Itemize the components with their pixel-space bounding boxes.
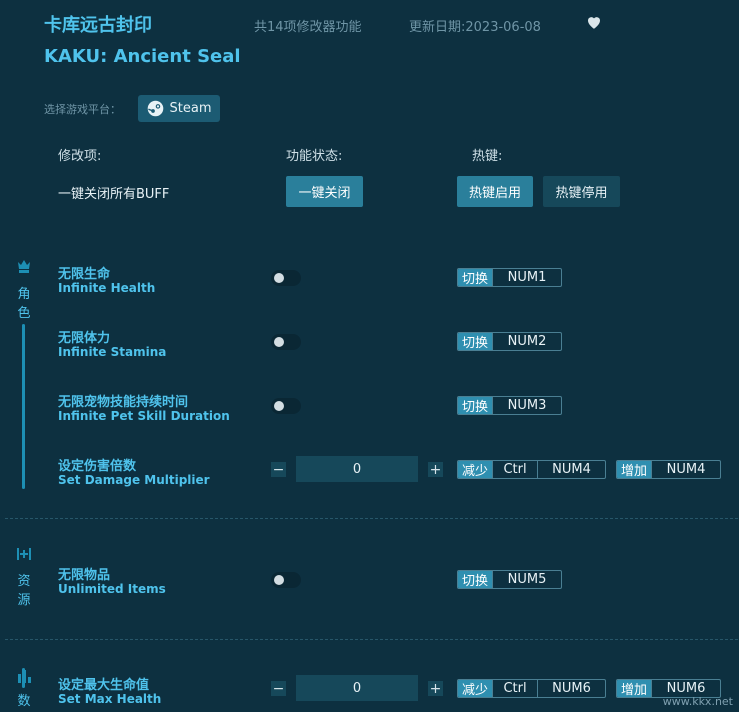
option-label-en: Unlimited Items: [58, 582, 166, 596]
platform-label: 选择游戏平台：: [44, 103, 121, 116]
hotkey-badge: 减少 Ctrl NUM6: [457, 679, 606, 698]
decrease-button[interactable]: −: [271, 681, 286, 697]
unlimited-items-toggle[interactable]: [271, 572, 301, 588]
column-status: 功能状态:: [286, 149, 343, 164]
hotkey-tag: 增加: [617, 461, 652, 478]
column-hotkey: 热键:: [472, 149, 503, 164]
section-divider: [5, 518, 738, 519]
hotkey-key: NUM4: [651, 461, 720, 478]
option-label-en: Set Damage Multiplier: [58, 473, 210, 487]
hotkey-tag: 切换: [458, 571, 493, 588]
option-label-cn: 设定伤害倍数: [58, 459, 137, 474]
close-all-button[interactable]: 一键关闭: [286, 176, 363, 207]
hotkey-modifier: Ctrl: [492, 680, 537, 697]
category-char: 资: [17, 574, 31, 589]
increase-button[interactable]: +: [428, 681, 443, 697]
increase-button[interactable]: +: [428, 462, 443, 478]
hotkey-enable-button[interactable]: 热键启用: [457, 176, 533, 207]
hotkey-tag: 减少: [458, 680, 493, 697]
update-date: 更新日期:2023-06-08: [409, 20, 541, 35]
app-title-cn: 卡库远古封印: [44, 15, 152, 36]
section-divider: [5, 639, 738, 640]
hotkey-badge: 减少 Ctrl NUM4: [457, 460, 606, 479]
hotkey-key: NUM5: [492, 571, 561, 588]
decrease-button[interactable]: −: [271, 462, 286, 478]
option-label-en: Infinite Pet Skill Duration: [58, 409, 230, 423]
hotkey-key: NUM1: [492, 269, 561, 286]
steam-icon: [147, 100, 163, 117]
hotkey-tag: 减少: [458, 461, 493, 478]
hotkey-badge: 切换 NUM5: [457, 570, 562, 589]
category-scroll-indicator: [22, 324, 25, 489]
hotkey-key: NUM6: [537, 680, 605, 697]
game-title-en: KAKU: Ancient Seal: [44, 46, 241, 67]
hotkey-tag: 增加: [617, 680, 652, 697]
category-stats[interactable]: 数: [12, 692, 36, 711]
option-label-en: Set Max Health: [58, 692, 162, 706]
hotkey-tag: 切换: [458, 333, 493, 350]
feature-count: 共14项修改器功能: [254, 20, 362, 35]
category-char: 数: [17, 694, 31, 709]
hotkey-modifier: Ctrl: [492, 461, 537, 478]
hotkey-tag: 切换: [458, 397, 493, 414]
hotkey-disable-button[interactable]: 热键停用: [543, 176, 620, 207]
option-label-cn: 无限生命: [58, 267, 111, 282]
steam-label: Steam: [169, 101, 212, 116]
hotkey-badge: 切换 NUM3: [457, 396, 562, 415]
hotkey-badge: 切换 NUM1: [457, 268, 562, 287]
category-scroll-indicator: [22, 668, 25, 688]
option-label-cn: 无限物品: [58, 568, 111, 583]
resource-icon: [17, 548, 31, 560]
category-resource[interactable]: 资 源: [12, 572, 36, 610]
option-label-cn: 设定最大生命值: [58, 678, 150, 693]
infinite-pet-skill-toggle[interactable]: [271, 398, 301, 414]
infinite-stamina-toggle[interactable]: [271, 334, 301, 350]
column-option: 修改项:: [58, 149, 102, 164]
hotkey-key: NUM2: [492, 333, 561, 350]
favorite-heart-icon[interactable]: [585, 13, 603, 31]
option-label-cn: 无限宠物技能持续时间: [58, 395, 189, 410]
category-character[interactable]: 角 色: [12, 285, 36, 323]
hotkey-badge: 切换 NUM2: [457, 332, 562, 351]
infinite-health-toggle[interactable]: [271, 270, 301, 286]
option-label-en: Infinite Health: [58, 281, 156, 295]
category-char: 色: [17, 306, 31, 321]
watermark: www.kkx.net: [662, 695, 733, 708]
hotkey-badge: 增加 NUM4: [616, 460, 721, 479]
hotkey-key: NUM4: [537, 461, 605, 478]
steam-platform-button[interactable]: Steam: [138, 95, 220, 122]
hotkey-key: NUM3: [492, 397, 561, 414]
damage-multiplier-input[interactable]: 0: [296, 456, 418, 482]
close-all-buff-label: 一键关闭所有BUFF: [58, 187, 170, 202]
hotkey-tag: 切换: [458, 269, 493, 286]
option-label-cn: 无限体力: [58, 331, 111, 346]
option-label-en: Infinite Stamina: [58, 345, 167, 359]
category-char: 角: [17, 287, 31, 302]
category-char: 源: [17, 593, 31, 608]
character-icon: [18, 260, 30, 273]
max-health-input[interactable]: 0: [296, 675, 418, 701]
